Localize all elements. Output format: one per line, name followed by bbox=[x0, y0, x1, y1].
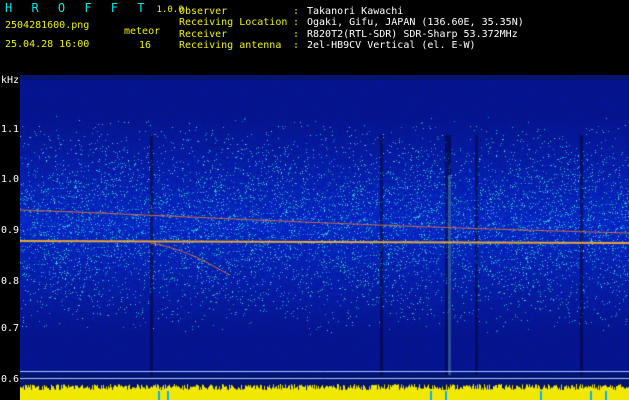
info-row-observer: Observer: Takanori Kawachi bbox=[179, 6, 404, 17]
info-value: 2el-HB9CV Vertical (el. E-W) bbox=[307, 40, 476, 51]
info-label: Receiver bbox=[179, 29, 228, 40]
info-row-location: Receiving Location: Ogaki, Gifu, JAPAN (1… bbox=[179, 17, 524, 28]
meteor-count: 16 bbox=[139, 40, 152, 51]
datetime-label: 25.04.28 16:00 bbox=[5, 39, 90, 50]
y-axis-unit: kHz bbox=[1, 75, 20, 86]
info-row-receiver: Receiver: R820T2(RTL-SDR) SDR-Sharp 53.37… bbox=[179, 29, 518, 40]
app-title: H R O F F T 1.0.0 bbox=[5, 2, 184, 16]
meteor-label: meteor bbox=[124, 26, 161, 37]
title-text: H R O F F T bbox=[5, 1, 151, 15]
y-tick-label: 0.6 bbox=[1, 374, 20, 385]
info-label: Receiving Location bbox=[179, 17, 288, 28]
spectrogram-plot bbox=[20, 75, 629, 400]
info-label: Receiving antenna bbox=[179, 40, 282, 51]
y-tick-label: 0.9 bbox=[1, 225, 20, 236]
info-value: R820T2(RTL-SDR) SDR-Sharp 53.372MHz bbox=[307, 29, 518, 40]
info-value: Takanori Kawachi bbox=[307, 6, 404, 17]
y-tick-label: 1.1 bbox=[1, 124, 20, 135]
y-tick-label: 0.7 bbox=[1, 323, 20, 334]
filename-label: 2504281600.png bbox=[5, 20, 90, 31]
info-label: Observer bbox=[179, 6, 228, 17]
y-tick-label: 0.8 bbox=[1, 276, 20, 287]
info-row-antenna: Receiving antenna:2el-HB9CV Vertical (el… bbox=[179, 40, 476, 51]
info-value: Ogaki, Gifu, JAPAN (136.60E, 35.35N) bbox=[307, 17, 524, 28]
y-tick-label: 1.0 bbox=[1, 174, 20, 185]
